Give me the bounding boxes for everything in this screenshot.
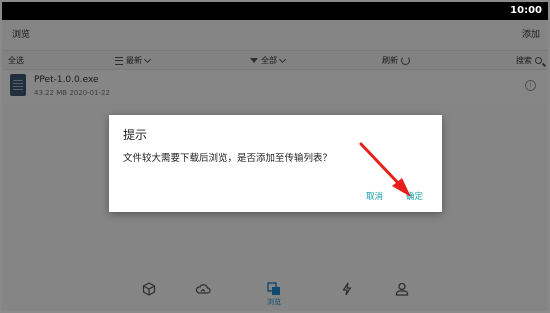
confirm-dialog: 提示 文件较大需要下载后浏览，是否添加至传输列表？ 取消 确定 bbox=[109, 115, 442, 212]
status-bar: 10:00 bbox=[2, 2, 548, 20]
dialog-title: 提示 bbox=[123, 128, 148, 142]
confirm-button[interactable]: 确定 bbox=[406, 190, 423, 202]
status-time: 10:00 bbox=[510, 5, 542, 16]
dialog-message: 文件较大需要下载后浏览，是否添加至传输列表？ bbox=[123, 153, 333, 164]
cancel-button[interactable]: 取消 bbox=[366, 190, 383, 202]
